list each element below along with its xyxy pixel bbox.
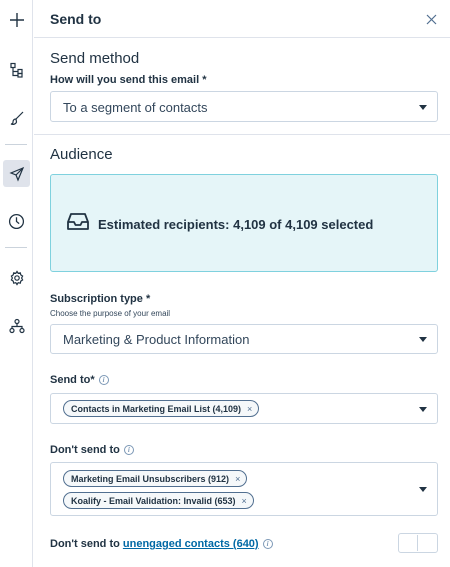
clock-icon[interactable] <box>3 208 30 235</box>
dont-send-to-label-row: Don't send to i <box>50 444 134 456</box>
chevron-down-icon <box>419 337 427 342</box>
send-method-title: Send method <box>50 50 140 67</box>
info-icon[interactable]: i <box>123 445 134 456</box>
panel-title: Send to <box>50 11 102 27</box>
dont-send-to-label: Don't send to <box>50 444 120 456</box>
chevron-down-icon <box>419 105 427 110</box>
unengaged-toggle[interactable] <box>398 533 438 553</box>
subscription-type-help: Choose the purpose of your email <box>50 309 171 318</box>
brush-icon[interactable] <box>3 104 30 131</box>
send-to-panel: Send to Send method How will you send th… <box>34 0 450 567</box>
plus-icon[interactable] <box>3 6 30 33</box>
remove-tag-icon[interactable]: × <box>242 496 247 506</box>
tag-label: Marketing Email Unsubscribers (912) <box>71 473 230 484</box>
dont-send-to-tag: Marketing Email Unsubscribers (912) × <box>63 470 248 487</box>
gear-icon[interactable] <box>3 264 30 291</box>
chevron-down-icon <box>419 407 427 412</box>
info-icon[interactable]: i <box>98 375 109 386</box>
section-divider <box>34 134 450 135</box>
audience-title: Audience <box>50 146 113 163</box>
subscription-type-value: Marketing & Product Information <box>63 332 250 347</box>
remove-tag-icon[interactable]: × <box>235 474 240 484</box>
unengaged-prefix: Don't send to <box>50 538 123 550</box>
subscription-type-select[interactable]: Marketing & Product Information <box>50 324 438 354</box>
chevron-down-icon <box>419 487 427 492</box>
send-to-select[interactable]: Contacts in Marketing Email List (4,109)… <box>50 393 438 424</box>
remove-tag-icon[interactable]: × <box>247 404 252 414</box>
toggle-knob <box>400 535 418 551</box>
subscription-type-label: Subscription type * <box>50 293 151 305</box>
rail-divider <box>5 247 27 248</box>
send-icon[interactable] <box>3 160 30 187</box>
tag-label: Contacts in Marketing Email List (4,109) <box>71 403 242 414</box>
send-method-label: How will you send this email * <box>50 74 207 86</box>
send-method-value: To a segment of contacts <box>63 100 208 115</box>
dont-send-to-select[interactable]: Marketing Email Unsubscribers (912) × Koa… <box>50 462 438 516</box>
left-rail <box>0 0 33 567</box>
send-to-tag: Contacts in Marketing Email List (4,109)… <box>63 400 260 417</box>
panel-header: Send to <box>34 0 450 38</box>
send-to-label: Send to* <box>50 374 95 386</box>
dont-send-to-tag: Koalify - Email Validation: Invalid (653… <box>63 492 254 509</box>
recipients-estimate-box: Estimated recipients: 4,109 of 4,109 sel… <box>50 174 438 272</box>
unengaged-contacts-link[interactable]: unengaged contacts (640) <box>123 538 259 550</box>
inbox-icon <box>67 212 89 237</box>
send-to-label-row: Send to* i <box>50 374 109 386</box>
connections-icon[interactable] <box>3 312 30 339</box>
send-method-select[interactable]: To a segment of contacts <box>50 91 438 122</box>
info-icon[interactable]: i <box>262 539 273 550</box>
close-icon[interactable] <box>422 10 440 28</box>
flow-tree-icon[interactable] <box>3 56 30 83</box>
rail-divider <box>5 144 27 145</box>
tag-label: Koalify - Email Validation: Invalid (653… <box>71 495 236 506</box>
unengaged-row: Don't send to unengaged contacts (640) i <box>50 538 273 550</box>
estimated-recipients-text: Estimated recipients: 4,109 of 4,109 sel… <box>98 217 374 232</box>
